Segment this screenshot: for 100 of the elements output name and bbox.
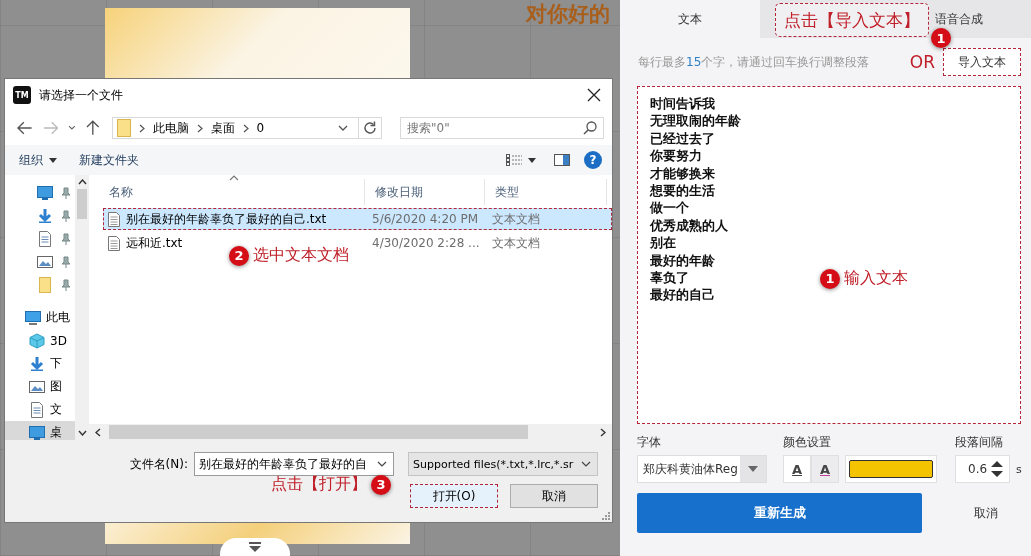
scroll-thumb[interactable] [77, 189, 87, 219]
pin-icon [61, 186, 71, 199]
nav-item[interactable]: 下 [5, 352, 75, 375]
chevron-down-icon [77, 430, 87, 436]
organize-menu[interactable]: 组织 [15, 149, 61, 171]
chevron-down-icon[interactable] [338, 125, 348, 131]
dialog-title: 请选择一个文件 [39, 86, 124, 104]
column-header[interactable]: 类型 [485, 179, 607, 205]
column-header[interactable]: 名称 [89, 179, 365, 205]
cancel-button[interactable]: 取消 [510, 484, 598, 508]
file-name: 别在最好的年龄辜负了最好的自己.txt [126, 210, 327, 228]
cube-icon [29, 332, 45, 349]
cancel-button[interactable]: 取消 [968, 503, 1004, 523]
file-type-dropdown[interactable]: Supported files(*.txt,*.lrc,*.sr [408, 452, 598, 476]
chevron-up-icon [77, 179, 87, 185]
text-file-icon [108, 211, 120, 227]
vertical-scrollbar[interactable] [75, 175, 89, 440]
outline-color-button[interactable]: A [811, 455, 839, 483]
stepper-arrows-icon [991, 461, 1003, 477]
annotation-text: 点击【打开】 [271, 474, 367, 495]
horizontal-scrollbar[interactable] [89, 424, 612, 440]
file-date: 5/6/2020 4:20 PM [372, 212, 479, 226]
step-badge: 1 [931, 28, 951, 48]
annotation-text: 选中文本文档 [253, 245, 349, 266]
chevron-right-icon [196, 123, 203, 133]
open-button[interactable]: 打开(O) [410, 484, 498, 508]
text-color-button[interactable]: A [783, 455, 811, 483]
field-label: 文件名(N): [129, 455, 188, 473]
pin-icon [61, 232, 71, 245]
search-icon [583, 121, 597, 135]
preview-pane-icon[interactable] [554, 154, 570, 166]
breadcrumb-item[interactable]: 此电脑 [152, 119, 189, 137]
field-label: 颜色设置 [783, 434, 832, 451]
file-type: 文本文档 [492, 210, 540, 228]
unit-label: s [1016, 462, 1022, 476]
new-folder-button[interactable]: 新建文件夹 [75, 149, 143, 171]
list-view-icon [506, 154, 522, 166]
nav-item[interactable]: 3D [5, 329, 75, 352]
column-header[interactable]: 修改日期 [365, 179, 485, 205]
chevron-right-icon [138, 123, 145, 133]
resize-grip-icon [602, 512, 610, 520]
annotation-text: 输入文本 [844, 268, 908, 289]
canvas-text: 对你好的 [526, 1, 610, 28]
down-arrow-icon [29, 355, 45, 372]
folder-icon [37, 276, 53, 293]
hint-text: 每行最多15个字，请通过回车换行调整段落 [638, 53, 870, 71]
color-picker[interactable] [845, 455, 937, 483]
document-icon [37, 230, 53, 247]
breadcrumb-item[interactable]: 桌面 [210, 119, 235, 137]
regenerate-button[interactable]: 重新生成 [637, 493, 922, 533]
folder-icon [116, 119, 131, 137]
annotation-callout: 点击【导入文本】 [775, 3, 929, 37]
up-arrow-icon[interactable] [85, 120, 100, 136]
caret-icon [49, 157, 57, 163]
chevron-down-icon[interactable] [68, 125, 76, 131]
file-row[interactable]: 别在最好的年龄辜负了最好的自己.txt 5/6/2020 4:20 PM 文本文档 [103, 208, 612, 230]
document-icon [29, 401, 45, 418]
field-label: 字体 [637, 434, 662, 451]
help-button[interactable]: ? [584, 151, 602, 169]
pin-icon [61, 209, 71, 222]
import-text-button[interactable]: 导入文本 [943, 48, 1021, 76]
sort-caret-icon [229, 175, 239, 181]
collapse-icon [248, 542, 262, 552]
caret-icon [748, 466, 758, 472]
file-name-field[interactable]: 别在最好的年龄辜负了最好的自 [194, 452, 394, 476]
picture-icon [37, 253, 53, 270]
step-badge: 2 [229, 245, 249, 266]
font-dropdown[interactable]: 郑庆科黄油体Reg [637, 455, 767, 483]
nav-item[interactable]: 此电 [5, 306, 75, 329]
annotation-text: OR [909, 52, 935, 72]
search-field[interactable]: 搜索"0" [400, 117, 604, 139]
caret-icon [528, 157, 536, 163]
pin-icon [61, 278, 71, 291]
picture-icon [29, 378, 45, 395]
file-name: 远和近.txt [126, 234, 183, 252]
spacing-spinner[interactable]: 0.6 [955, 455, 1010, 483]
breadcrumb-item[interactable]: 0 [256, 121, 265, 135]
collapse-handle[interactable] [220, 538, 290, 556]
app-logo: TM [13, 86, 31, 104]
chevron-right-icon [600, 427, 606, 437]
pin-icon [61, 255, 71, 268]
computer-icon [25, 309, 41, 326]
down-arrow-icon [37, 207, 53, 224]
nav-item[interactable]: 图 [5, 375, 75, 398]
chevron-down-icon [581, 461, 591, 467]
text-file-icon [108, 235, 120, 251]
monitor-icon [29, 424, 45, 440]
chevron-down-icon [377, 461, 387, 467]
file-date: 4/30/2020 2:28 ... [372, 236, 480, 250]
monitor-icon [37, 184, 53, 201]
field-label: 段落间隔 [955, 434, 1004, 451]
chevron-left-icon [95, 427, 101, 437]
back-arrow-icon[interactable] [17, 121, 33, 135]
nav-item[interactable]: 文 [5, 398, 75, 421]
nav-item[interactable]: 桌 [5, 421, 75, 440]
close-icon [587, 88, 601, 102]
file-type: 文本文档 [492, 234, 540, 252]
chevron-right-icon [242, 123, 249, 133]
address-bar[interactable]: 此电脑 桌面 0 [111, 117, 382, 139]
scroll-thumb[interactable] [109, 425, 528, 439]
